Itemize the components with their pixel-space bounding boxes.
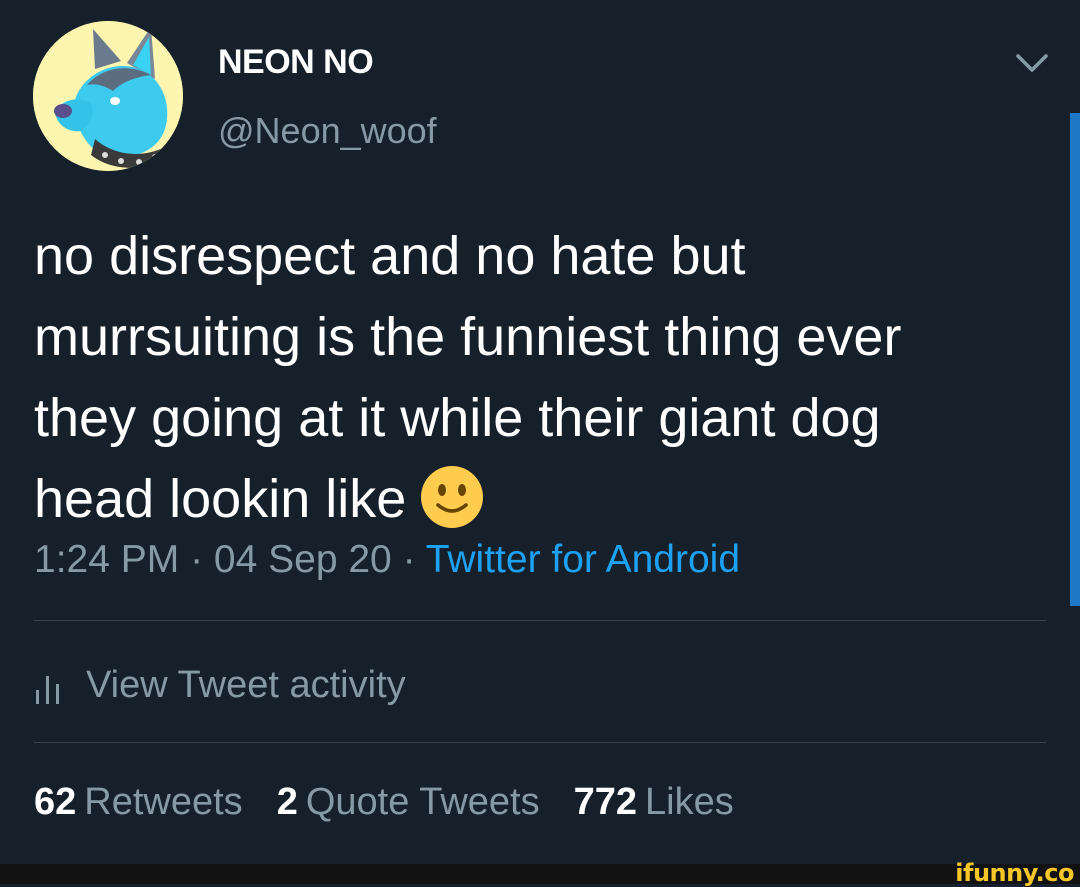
tweet-text-line: head lookin like <box>34 469 407 529</box>
retweets-count: 62 <box>34 781 77 823</box>
meta-separator: · <box>179 538 214 581</box>
view-tweet-activity-label: View Tweet activity <box>86 663 406 706</box>
tweet-time: 1:24 PM <box>34 538 180 581</box>
view-tweet-activity-button[interactable]: View Tweet activity <box>34 660 406 710</box>
tweet-text-line: no disrespect and no hate but <box>34 226 746 286</box>
display-name[interactable]: NEON NO <box>218 43 374 82</box>
watermark-bar <box>0 864 1080 884</box>
bar-chart-icon <box>36 676 59 704</box>
quote-tweets-label: Quote Tweets <box>305 781 540 823</box>
quote-tweets-count: 2 <box>276 781 298 823</box>
divider <box>34 620 1046 621</box>
meta-separator: · <box>391 538 426 581</box>
likes-count: 772 <box>573 781 638 823</box>
retweets-stat[interactable]: 62 Retweets <box>34 781 243 824</box>
avatar-image <box>33 21 183 171</box>
tweet-meta: 1:24 PM · 04 Sep 20 · Twitter for Androi… <box>34 538 740 582</box>
quote-tweets-stat[interactable]: 2 Quote Tweets <box>277 781 540 824</box>
tweet-text-line: they going at it while their giant dog <box>34 388 881 448</box>
likes-label: Likes <box>645 781 734 823</box>
slightly-smiling-face-emoji <box>420 465 484 529</box>
tweet-text-line-last: head lookin like <box>34 459 1044 540</box>
user-handle[interactable]: @Neon_woof <box>218 110 437 152</box>
likes-stat[interactable]: 772 Likes <box>574 781 734 824</box>
tweet-stats: 62 Retweets 2 Quote Tweets 772 Likes <box>34 781 768 824</box>
tweet-date: 04 Sep 20 <box>213 538 392 581</box>
tweet-text-line: murrsuiting is the funniest thing ever <box>34 307 902 367</box>
retweets-label: Retweets <box>84 781 243 823</box>
chevron-down-icon[interactable] <box>1014 50 1050 76</box>
scrollbar-thumb[interactable] <box>1070 113 1080 606</box>
tweet-source-link[interactable]: Twitter for Android <box>426 538 740 581</box>
avatar[interactable] <box>33 21 183 171</box>
divider <box>34 742 1046 743</box>
ifunny-watermark: ifunny.co <box>955 859 1074 887</box>
tweet-text: no disrespect and no hate but murrsuitin… <box>34 216 1044 540</box>
